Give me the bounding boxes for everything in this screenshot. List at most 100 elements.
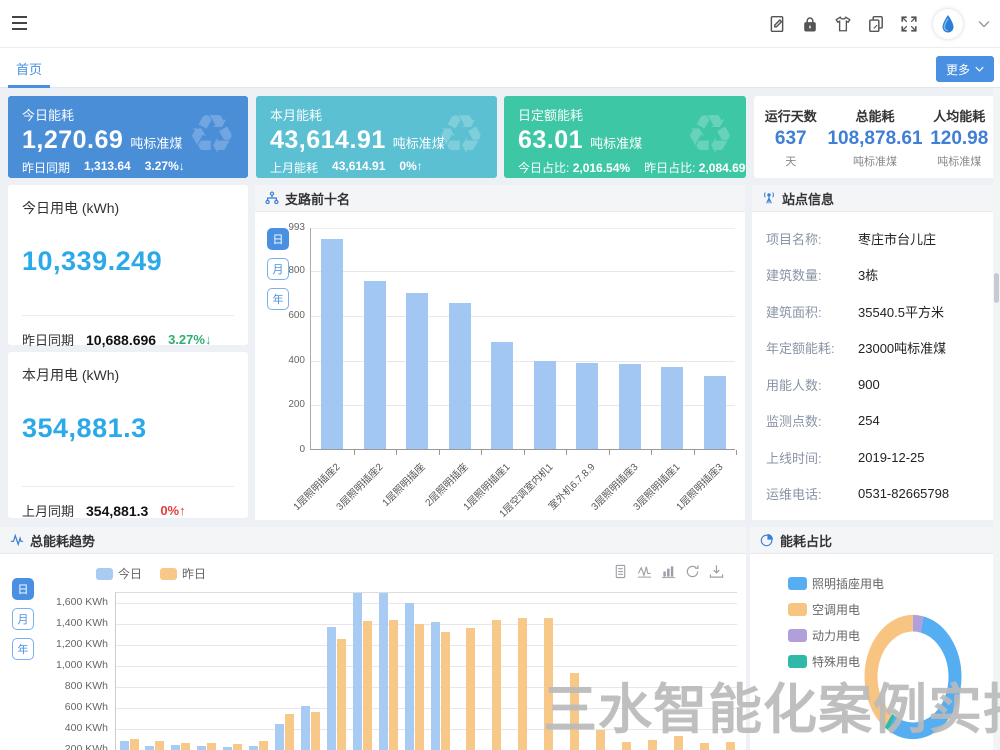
data-view-icon[interactable] <box>613 564 628 579</box>
electricity-value: 10,339.249 <box>22 246 234 277</box>
site-row-value: 3栋 <box>858 265 878 284</box>
app-logo[interactable] <box>933 9 963 39</box>
trend-period-month[interactable]: 月 <box>12 608 34 630</box>
y-tick-label: 800 KWh <box>38 680 108 692</box>
site-info-row: 年定额能耗:23000吨标准煤 <box>752 330 997 367</box>
compare-label: 昨日同期 <box>22 330 74 349</box>
site-info-panel: 站点信息 项目名称:枣庄市台儿庄建筑数量:3栋建筑面积:35540.5平方米年定… <box>752 185 997 520</box>
card-change: 3.27%↓ <box>145 159 185 176</box>
x-tick <box>566 450 567 455</box>
restore-icon[interactable] <box>685 564 700 579</box>
bar-chart-icon[interactable] <box>661 564 676 579</box>
bar-today <box>275 724 284 750</box>
legend-item[interactable]: 照明插座用电 <box>788 575 884 592</box>
bar <box>619 364 641 449</box>
branch-period-year[interactable]: 年 <box>267 288 289 310</box>
stat-value: 108,878.61 <box>827 128 922 150</box>
y-tick-label: 200 KWh <box>38 743 108 750</box>
change-percent: 3.27%↓ <box>168 332 211 347</box>
legend-item[interactable]: 今日 <box>96 565 142 582</box>
bar-yesterday <box>492 620 501 750</box>
card-value: 1,270.69 <box>22 126 123 154</box>
trend-period-year[interactable]: 年 <box>12 638 34 660</box>
donut-chart <box>838 599 988 750</box>
bar <box>449 303 471 449</box>
menu-icon[interactable] <box>12 15 30 36</box>
save-image-icon[interactable] <box>709 564 724 579</box>
site-row-value: 900 <box>858 377 880 392</box>
card-daily-quota: 日定额能耗 63.01吨标准煤 今日占比: 2,016.54% 昨日占比: 2,… <box>504 96 746 178</box>
card-month-energy: 本月能耗 43,614.91吨标准煤 上月能耗43,614.910%↑ ♻ <box>256 96 497 178</box>
bar-yesterday <box>570 673 579 750</box>
bar <box>321 239 343 449</box>
branch-bar-chart: 02004006008009931层照明插座23层照明插座21层照明插座2层照明… <box>310 228 735 450</box>
x-tick <box>524 450 525 455</box>
line-chart-icon[interactable] <box>637 564 652 579</box>
bar-yesterday <box>648 740 657 750</box>
more-button[interactable]: 更多 <box>936 56 994 82</box>
site-row-value: 254 <box>858 413 880 428</box>
tab-home[interactable]: 首页 <box>8 48 50 88</box>
copy-icon[interactable] <box>867 15 885 33</box>
theme-shirt-icon[interactable] <box>834 15 852 33</box>
x-tick <box>396 450 397 455</box>
bar-today <box>120 741 129 750</box>
x-tick <box>439 450 440 455</box>
legend-swatch <box>788 629 807 642</box>
y-tick-label: 0 <box>259 444 305 455</box>
bar-yesterday <box>181 743 190 750</box>
site-info-rows: 项目名称:枣庄市台儿庄建筑数量:3栋建筑面积:35540.5平方米年定额能耗:2… <box>752 212 997 512</box>
bar-yesterday <box>596 730 605 750</box>
trend-period-day[interactable]: 日 <box>12 578 34 600</box>
x-tick <box>736 450 737 455</box>
stat-value: 120.98 <box>923 128 996 150</box>
fullscreen-icon[interactable] <box>900 15 918 33</box>
donut-svg <box>838 599 988 750</box>
bar-today <box>353 593 362 750</box>
panel-header: 支路前十名 <box>255 185 745 212</box>
scrollbar-track[interactable] <box>993 88 1000 750</box>
x-tick <box>481 450 482 455</box>
divider <box>22 486 234 487</box>
main-content: 今日能耗 1,270.69吨标准煤 昨日同期1,313.643.27%↓ ♻ 本… <box>0 88 1000 750</box>
chevron-down-icon[interactable] <box>978 18 990 30</box>
lock-icon[interactable] <box>801 15 819 33</box>
site-row-label: 项目名称: <box>766 229 858 248</box>
site-row-value: 0531-82665798 <box>858 486 949 501</box>
site-row-label: 建筑面积: <box>766 302 858 321</box>
bar-today <box>431 622 440 750</box>
summary-stats-panel: 运行天数637天总能耗108,878.61吨标准煤人均能耗120.98吨标准煤 <box>754 96 996 178</box>
compare-label: 上月同期 <box>22 501 74 520</box>
legend-swatch <box>788 603 807 616</box>
gridline <box>116 603 737 604</box>
scrollbar-thumb[interactable] <box>994 273 999 303</box>
stat-label: 人均能耗 <box>923 106 996 125</box>
bar-today <box>249 746 258 750</box>
compare-value: 10,688.696 <box>86 332 156 348</box>
bar-today <box>405 603 414 750</box>
edit-note-icon[interactable] <box>768 15 786 33</box>
y-tick-label: 1,000 KWh <box>38 659 108 671</box>
bar-today <box>171 745 180 750</box>
site-row-value: 23000吨标准煤 <box>858 338 946 357</box>
bar <box>364 281 386 449</box>
y-tick-label: 993 <box>259 222 305 233</box>
more-button-label: 更多 <box>946 61 970 78</box>
chart-toolbox <box>613 564 724 579</box>
today-electricity-card: 今日用电 (kWh) 10,339.249 昨日同期 10,688.696 3.… <box>8 185 248 345</box>
site-info-row: 用能人数:900 <box>752 366 997 403</box>
legend-item[interactable]: 昨日 <box>160 565 206 582</box>
stat-label: 运行天数 <box>754 106 827 125</box>
site-row-label: 年定额能耗: <box>766 338 858 357</box>
bar-yesterday <box>466 628 475 750</box>
summary-stat: 人均能耗120.98吨标准煤 <box>923 106 996 169</box>
summary-stat: 总能耗108,878.61吨标准煤 <box>827 106 922 169</box>
trend-bar-chart <box>115 592 737 750</box>
summary-stat: 运行天数637天 <box>754 106 827 169</box>
legend-label: 照明插座用电 <box>812 575 884 592</box>
bar <box>534 361 556 449</box>
bar-yesterday <box>415 624 424 750</box>
bar-yesterday <box>207 743 216 750</box>
site-info-row: 运维电话:0531-82665798 <box>752 476 997 513</box>
panel-title: 支路前十名 <box>285 189 350 208</box>
